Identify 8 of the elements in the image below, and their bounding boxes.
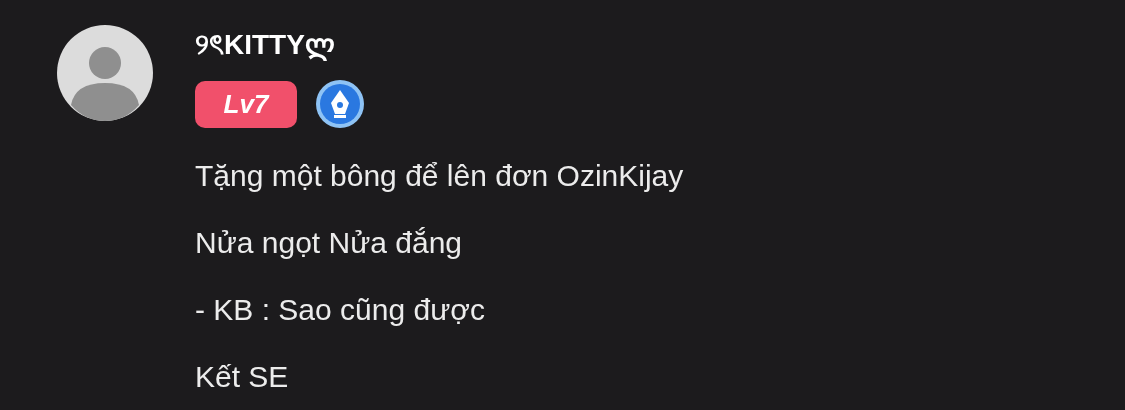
comment-line: Tặng một bông để lên đơn OzinKijay <box>195 158 684 194</box>
username: ୨ৎKITTYლ <box>195 28 336 63</box>
comment-line: Nửa ngọt Nửa đắng <box>195 225 463 261</box>
level-badge: Lv7 <box>195 80 297 128</box>
pen-nib-icon <box>315 79 365 129</box>
comment-line: - KB : Sao cũng được <box>195 292 486 328</box>
avatar-icon <box>57 25 153 121</box>
comment-line: Kết SE <box>195 359 290 395</box>
